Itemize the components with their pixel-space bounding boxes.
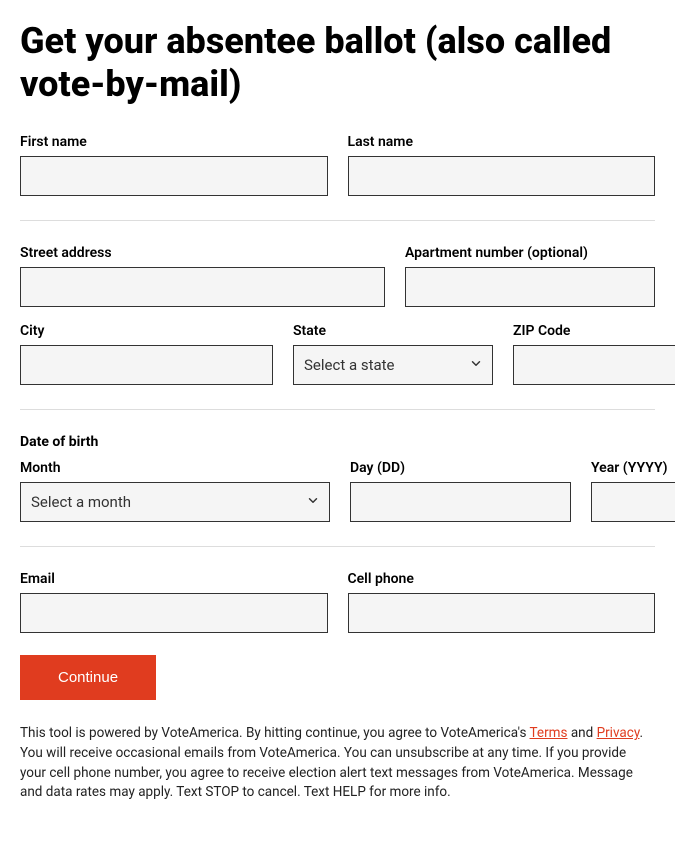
day-label: Day (DD) xyxy=(350,460,571,476)
cell-phone-input[interactable] xyxy=(348,593,656,633)
state-select[interactable]: Select a state xyxy=(293,345,493,385)
first-name-label: First name xyxy=(20,134,328,150)
city-input[interactable] xyxy=(20,345,273,385)
disclaimer-text: This tool is powered by VoteAmerica. By … xyxy=(20,724,655,802)
page-title: Get your absentee ballot (also called vo… xyxy=(20,20,655,106)
year-input[interactable] xyxy=(591,482,675,522)
zip-label: ZIP Code xyxy=(513,323,675,339)
email-input[interactable] xyxy=(20,593,328,633)
zip-input[interactable] xyxy=(513,345,675,385)
year-label: Year (YYYY) xyxy=(591,460,675,476)
cell-phone-label: Cell phone xyxy=(348,571,656,587)
street-address-label: Street address xyxy=(20,245,385,261)
dob-section-label: Date of birth xyxy=(20,434,655,450)
apartment-input[interactable] xyxy=(405,267,655,307)
state-label: State xyxy=(293,323,493,339)
divider xyxy=(20,409,655,410)
divider xyxy=(20,546,655,547)
first-name-input[interactable] xyxy=(20,156,328,196)
city-label: City xyxy=(20,323,273,339)
continue-button[interactable]: Continue xyxy=(20,655,156,700)
terms-link[interactable]: Terms xyxy=(530,725,568,741)
apartment-label: Apartment number (optional) xyxy=(405,245,655,261)
month-select[interactable]: Select a month xyxy=(20,482,330,522)
privacy-link[interactable]: Privacy xyxy=(597,725,640,741)
email-label: Email xyxy=(20,571,328,587)
last-name-label: Last name xyxy=(348,134,656,150)
last-name-input[interactable] xyxy=(348,156,656,196)
street-address-input[interactable] xyxy=(20,267,385,307)
month-label: Month xyxy=(20,460,330,476)
day-input[interactable] xyxy=(350,482,571,522)
divider xyxy=(20,220,655,221)
